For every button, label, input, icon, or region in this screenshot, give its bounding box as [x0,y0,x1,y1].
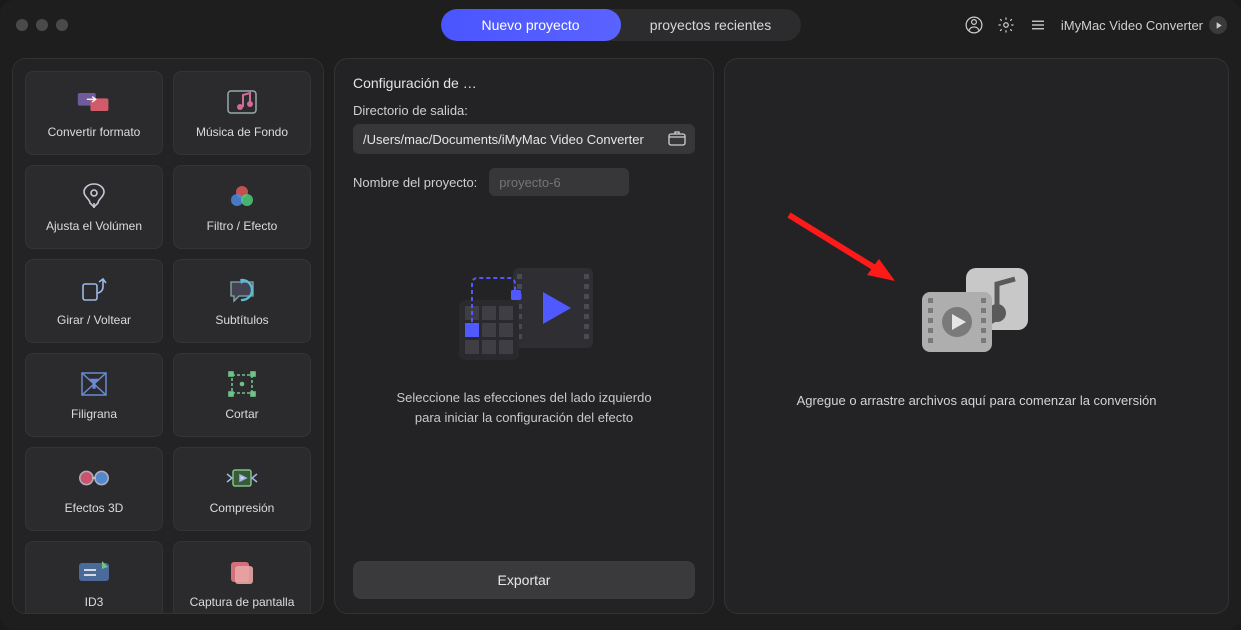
tool-effects-3d[interactable]: Efectos 3D [25,447,163,531]
window-controls [16,19,68,31]
tool-subtitles[interactable]: Subtítulos [173,259,311,343]
id3-icon [76,557,112,587]
tool-label: Ajusta el Volúmen [46,219,142,233]
tool-rotate-flip[interactable]: Girar / Voltear [25,259,163,343]
tools-sidebar: Convertir formato Música de Fondo Ajusta… [12,58,324,614]
output-dir-input[interactable] [363,132,665,147]
crop-icon [224,369,260,399]
tool-adjust-volume[interactable]: Ajusta el Volúmen [25,165,163,249]
effect-hint-line: Seleccione las efecciones del lado izqui… [369,388,679,408]
minimize-window-button[interactable] [36,19,48,31]
tool-crop[interactable]: Cortar [173,353,311,437]
tool-label: Compresión [210,501,275,515]
maximize-window-button[interactable] [56,19,68,31]
compression-icon [224,463,260,493]
tool-watermark[interactable]: T Filigrana [25,353,163,437]
tool-id3[interactable]: ID3 [25,541,163,614]
filter-effect-icon [224,181,260,211]
tool-compression[interactable]: Compresión [173,447,311,531]
tool-filter-effect[interactable]: Filtro / Efecto [173,165,311,249]
dropzone-hint: Agregue o arrastre archivos aquí para co… [757,393,1197,408]
tab-new-project[interactable]: Nuevo proyecto [441,9,621,41]
convert-format-icon [76,87,112,117]
tool-label: Cortar [225,407,258,421]
account-icon[interactable] [965,16,983,34]
project-name-input[interactable] [489,168,629,196]
watermark-icon: T [76,369,112,399]
effects-3d-icon [76,463,112,493]
tool-label: Filtro / Efecto [207,219,278,233]
app-logo-icon [1209,16,1227,34]
tab-recent-projects[interactable]: proyectos recientes [621,9,801,41]
config-panel: Configuración de … Directorio de salida:… [334,58,714,614]
app-name: iMyMac Video Converter [1061,18,1203,33]
file-dropzone[interactable]: Agregue o arrastre archivos aquí para co… [724,58,1229,614]
settings-icon[interactable] [997,16,1015,34]
svg-text:T: T [90,377,98,391]
titlebar: Nuevo proyecto proyectos recientes iMyMa… [0,0,1241,50]
dropzone-illustration [912,264,1042,363]
rotate-flip-icon [76,275,112,305]
tool-label: Girar / Voltear [57,313,131,327]
screenshot-icon [224,557,260,587]
tool-label: ID3 [85,595,104,609]
effect-illustration [353,254,695,374]
effect-hint-line: para iniciar la configuración del efecto [369,408,679,428]
tool-label: Filigrana [71,407,117,421]
tool-label: Música de Fondo [196,125,288,139]
annotation-arrow-icon [783,209,903,289]
project-tabs: Nuevo proyecto proyectos recientes [441,9,801,41]
tool-background-music[interactable]: Música de Fondo [173,71,311,155]
output-dir-row [353,124,695,154]
music-icon [224,87,260,117]
browse-folder-button[interactable] [665,128,689,150]
output-dir-label: Directorio de salida: [353,103,695,118]
tool-screenshot[interactable]: Captura de pantalla [173,541,311,614]
config-section-title: Configuración de … [353,75,695,91]
tool-label: Subtítulos [215,313,268,327]
volume-icon [76,181,112,211]
project-name-label: Nombre del proyecto: [353,175,477,190]
tool-label: Efectos 3D [65,501,124,515]
tool-convert-format[interactable]: Convertir formato [25,71,163,155]
subtitles-icon [224,275,260,305]
tool-label: Convertir formato [48,125,141,139]
menu-icon[interactable] [1029,16,1047,34]
tool-label: Captura de pantalla [190,595,295,609]
export-button[interactable]: Exportar [353,561,695,599]
app-brand: iMyMac Video Converter [1061,16,1227,34]
close-window-button[interactable] [16,19,28,31]
effect-hint: Seleccione las efecciones del lado izqui… [353,388,695,427]
